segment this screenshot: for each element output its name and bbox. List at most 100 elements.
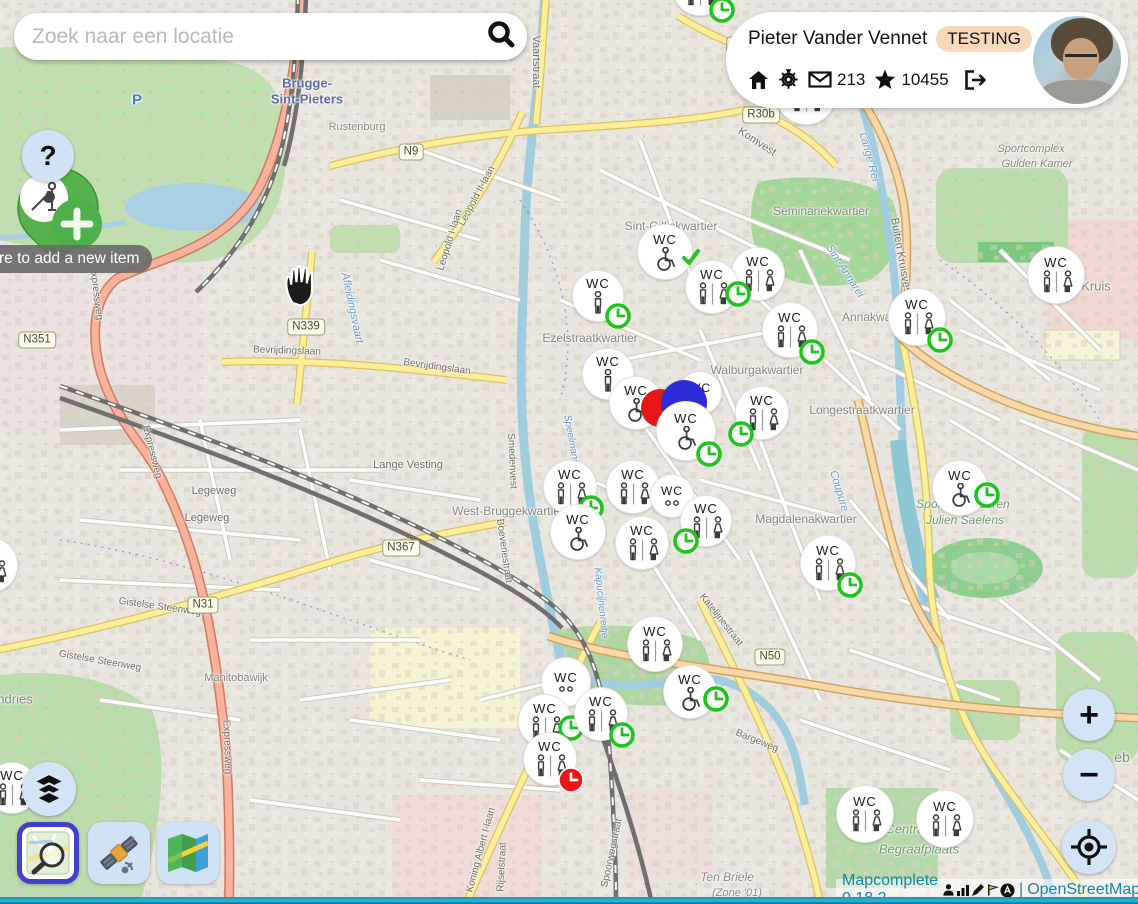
star-icon: [874, 69, 896, 90]
search-button[interactable]: [481, 16, 521, 56]
search-bar: [14, 13, 527, 60]
marker-wc-label: WC: [746, 255, 770, 268]
osm-carto-icon: [25, 830, 71, 876]
mf-icon: [847, 809, 884, 833]
folded-map-icon: [164, 831, 212, 875]
toilet-marker[interactable]: WC: [0, 537, 18, 593]
closed-badge: [557, 766, 585, 794]
open-clock-badge: [926, 326, 954, 354]
wheelchair-icon: [677, 687, 703, 712]
open-clock-badge: [798, 338, 826, 366]
wc-only-icon: [663, 499, 681, 507]
bottom-accent-strip: [0, 897, 1138, 904]
marker-wc-label: WC: [624, 384, 648, 397]
toilet-marker[interactable]: WC: [627, 616, 683, 672]
open-clock-badge: [973, 481, 1001, 509]
open-badge: [727, 420, 755, 448]
wc-only-icon: [557, 685, 575, 693]
user-name: Pieter Vander Vennet: [748, 28, 927, 50]
mail-icon[interactable]: [808, 71, 832, 88]
avatar-jacket: [1041, 80, 1117, 104]
marker-wc-label: WC: [643, 625, 667, 638]
marker-wc-label: WC: [750, 394, 774, 407]
crosshair-icon: [1069, 827, 1109, 867]
license-icon: [1000, 883, 1015, 898]
wheelchair-icon: [652, 247, 678, 272]
home-icon[interactable]: [748, 70, 769, 90]
open-clock-badge: [708, 0, 736, 24]
toilet-marker[interactable]: WC: [550, 504, 606, 560]
basemap-style-satellite-button[interactable]: [88, 822, 150, 884]
avatar-glasses: [1065, 54, 1097, 61]
toilet-marker[interactable]: WC: [1027, 246, 1085, 304]
user-panel[interactable]: Pieter Vander Vennet TESTING 213: [726, 12, 1128, 108]
open-badge: [702, 685, 730, 713]
open-badge: [798, 338, 826, 366]
open-badge: [608, 721, 636, 749]
marker-wc-label: WC: [700, 268, 724, 281]
open-badge: [926, 326, 954, 354]
flag-icon: [986, 883, 999, 897]
mf-icon: [1038, 270, 1075, 294]
marker-wc-label: WC: [853, 795, 877, 808]
poi-markers-layer: WC WC WC WC WC WC WC: [0, 0, 1138, 904]
gear-icon[interactable]: [778, 69, 799, 90]
marker-wc-label: WC: [630, 524, 654, 537]
mf-icon: [615, 482, 652, 506]
marker-wc-label: WC: [694, 502, 718, 515]
mf-icon: [637, 639, 674, 663]
geolocate-button[interactable]: [1062, 820, 1116, 874]
marker-wc-label: WC: [678, 673, 702, 686]
marker-wc-label: WC: [621, 468, 645, 481]
map-viewport[interactable]: { "search": { "placeholder": "Zoek naar …: [0, 0, 1138, 904]
toilet-marker[interactable]: WC: [615, 516, 669, 570]
open-clock-badge: [727, 420, 755, 448]
marker-wc-label: WC: [586, 277, 610, 290]
marker-wc-label: WC: [816, 544, 840, 557]
stats-icon: [956, 883, 970, 897]
marker-wc-label: WC: [674, 412, 698, 425]
marker-wc-label: WC: [558, 468, 582, 481]
open-clock-badge: [702, 685, 730, 713]
basemap-style-osm-button[interactable]: [17, 822, 79, 884]
marker-wc-label: WC: [661, 485, 683, 498]
zoom-out-button[interactable]: −: [1063, 749, 1115, 801]
marker-wc-label: WC: [0, 769, 24, 782]
open-clock-badge: [608, 721, 636, 749]
zoom-in-button[interactable]: +: [1063, 689, 1115, 741]
logout-icon[interactable]: [964, 70, 987, 90]
marker-wc-label: WC: [933, 800, 957, 813]
marker-wc-label: WC: [905, 298, 929, 311]
search-input[interactable]: [14, 13, 527, 60]
open-clock-badge: [604, 302, 632, 330]
mf-icon: [624, 538, 661, 562]
toilet-marker[interactable]: WC: [916, 790, 974, 848]
hand-cursor-icon: [278, 264, 320, 308]
open-badge: [695, 440, 723, 468]
layers-button[interactable]: [22, 762, 76, 816]
open-badge: [604, 302, 632, 330]
open-clock-badge: [836, 571, 864, 599]
changeset-count: 10455: [901, 70, 948, 90]
marker-wc-label: WC: [554, 671, 578, 684]
open-badge: [708, 0, 736, 24]
satellite-icon: [95, 829, 143, 877]
pencil-icon: [971, 883, 985, 897]
help-button[interactable]: ?: [22, 130, 74, 182]
user-testing-badge: TESTING: [936, 26, 1032, 52]
basemap-style-map-button[interactable]: [157, 822, 219, 884]
marker-wc-label: WC: [948, 469, 972, 482]
contributor-icon: [942, 883, 955, 897]
toilet-marker[interactable]: WC: [836, 785, 894, 843]
attribution-icons: [942, 883, 1015, 898]
marker-wc-label: WC: [538, 740, 562, 753]
marker-wc-label: WC: [596, 355, 620, 368]
layers-icon: [31, 772, 67, 806]
open-clock-badge: [672, 527, 700, 555]
open-clock-badge: [724, 280, 752, 308]
search-icon: [484, 18, 518, 52]
avatar[interactable]: [1033, 16, 1121, 104]
open-badge: [973, 481, 1001, 509]
marker-wc-label: WC: [1044, 256, 1068, 269]
marker-wc-label: WC: [778, 311, 802, 324]
